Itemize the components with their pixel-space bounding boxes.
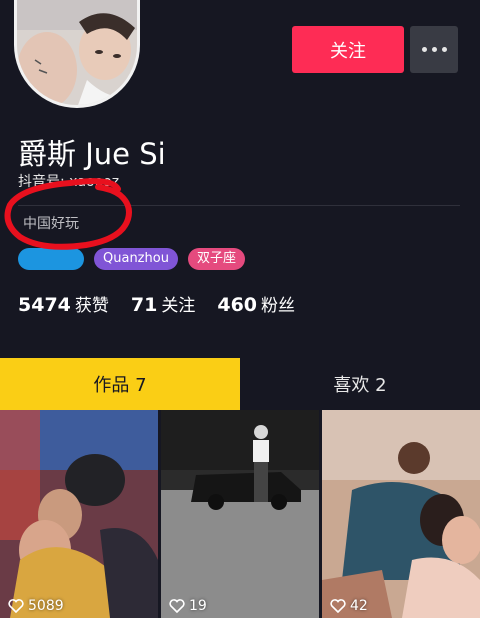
stat-following-count: 71 [130, 294, 158, 316]
divider [18, 205, 460, 206]
heart-icon [8, 599, 24, 613]
avatar[interactable] [14, 0, 140, 108]
more-dots-icon [421, 47, 427, 52]
tag-location[interactable]: Quanzhou [94, 248, 178, 270]
tag-obscured[interactable] [18, 248, 84, 270]
video-thumbnail-image [161, 410, 319, 618]
video-thumbnail-2[interactable]: 19 [161, 410, 319, 618]
video-likes-count: 5089 [28, 598, 64, 614]
video-likes-count: 42 [350, 598, 368, 614]
tab-works[interactable]: 作品 7 [0, 358, 240, 410]
stat-followers-label: 粉丝 [261, 296, 296, 316]
more-options-button[interactable] [410, 26, 458, 73]
video-thumbnail-1[interactable]: 5089 [0, 410, 158, 618]
video-likes: 19 [169, 598, 207, 614]
stat-followers[interactable]: 460 粉丝 [217, 291, 295, 316]
douyin-id: 抖音号: xaoooz [18, 174, 120, 190]
profile-stats: 5474 获赞 71 关注 460 粉丝 [18, 291, 295, 316]
tab-likes[interactable]: 喜欢 2 [240, 358, 480, 410]
video-likes: 42 [330, 598, 368, 614]
video-likes-count: 19 [189, 598, 207, 614]
content-tabs: 作品 7 喜欢 2 [0, 358, 480, 410]
follow-button[interactable]: 关注 [292, 26, 404, 73]
profile-tags: Quanzhou 双子座 [18, 248, 245, 270]
video-thumbnail-image [0, 410, 158, 618]
tag-zodiac[interactable]: 双子座 [187, 248, 245, 270]
profile-bio: 中国好玩 [23, 216, 79, 232]
stat-following-label: 关注 [161, 296, 196, 316]
profile-name: 爵斯 Jue Si [18, 137, 166, 171]
stat-following[interactable]: 71 关注 [131, 291, 195, 316]
video-likes: 5089 [8, 598, 64, 614]
stat-likes: 5474 获赞 [18, 291, 109, 316]
avatar-photo [17, 0, 137, 105]
stat-followers-count: 460 [217, 294, 258, 316]
video-thumbnail-3[interactable]: 42 [322, 410, 480, 618]
video-grid: 5089 19 42 [0, 410, 480, 618]
video-thumbnail-image [322, 410, 480, 618]
heart-icon [169, 599, 185, 613]
stat-likes-label: 获赞 [74, 296, 109, 316]
stat-likes-count: 5474 [18, 294, 71, 316]
heart-icon [330, 599, 346, 613]
